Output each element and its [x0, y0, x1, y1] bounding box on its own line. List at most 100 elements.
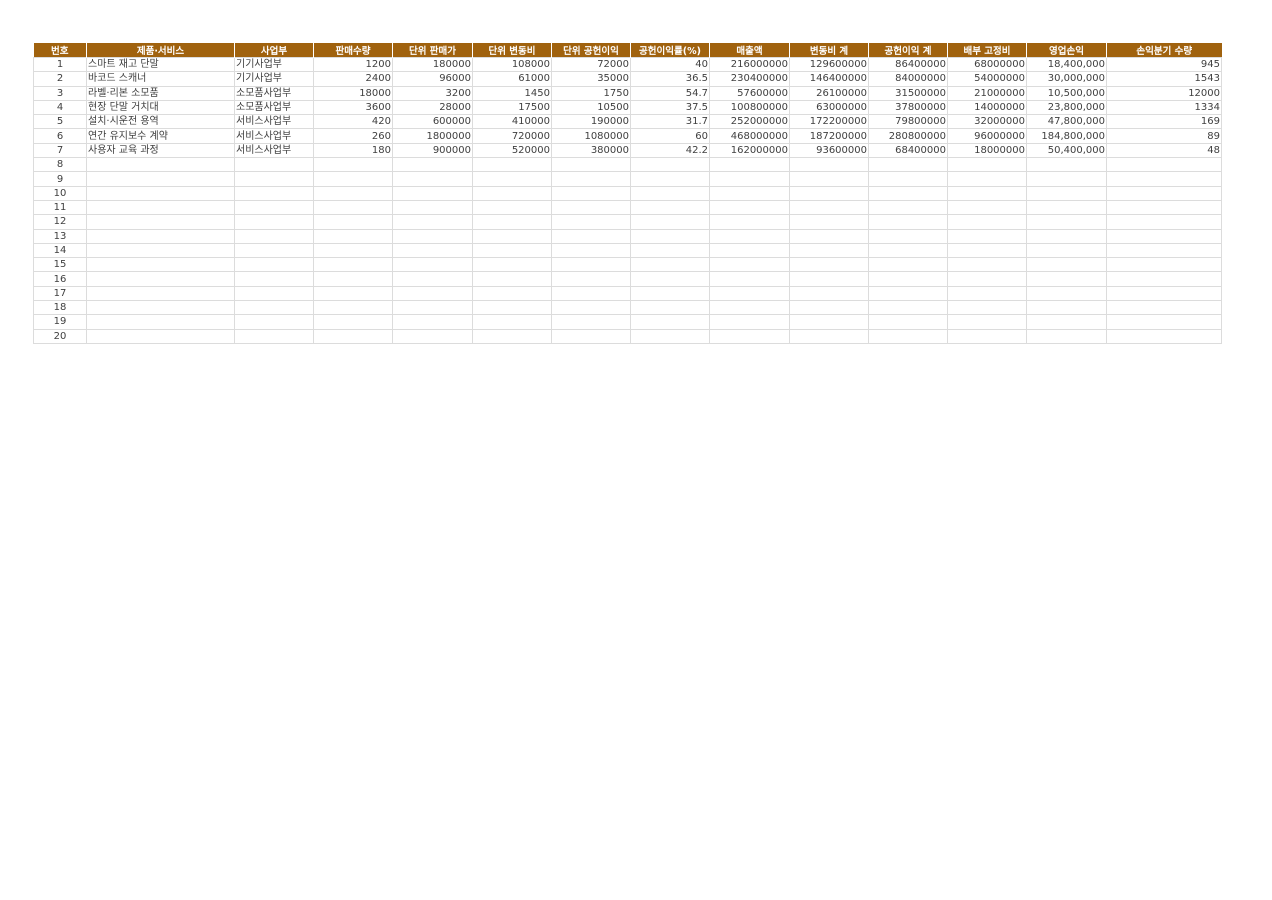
cell-product[interactable]: 사용자 교육 과정 [86, 142, 235, 159]
cell-division[interactable] [234, 157, 314, 173]
cell-unit-price[interactable] [392, 271, 473, 287]
cell-allocated-fixed-cost[interactable]: 21000000 [947, 85, 1027, 101]
cell-product[interactable] [86, 285, 235, 302]
cell-breakeven-quantity[interactable] [1106, 171, 1222, 187]
cell-product[interactable] [86, 328, 235, 344]
cell-unit-price[interactable]: 1800000 [392, 128, 473, 144]
cell-contribution-ratio[interactable] [630, 214, 710, 230]
cell-allocated-fixed-cost[interactable]: 14000000 [947, 99, 1027, 116]
cell-operating-profit[interactable]: 18,400,000 [1026, 56, 1107, 73]
cell-unit-price[interactable] [392, 214, 473, 230]
cell-unit-price[interactable] [392, 257, 473, 273]
cell-number[interactable]: 11 [33, 199, 87, 216]
cell-unit-variable-cost[interactable] [472, 314, 552, 330]
cell-contribution-total[interactable] [868, 214, 948, 230]
cell-contribution-ratio[interactable]: 31.7 [630, 114, 710, 130]
cell-revenue[interactable]: 57600000 [709, 85, 790, 101]
cell-operating-profit[interactable]: 184,800,000 [1026, 128, 1107, 144]
cell-quantity[interactable] [313, 242, 393, 259]
cell-number[interactable]: 3 [33, 85, 87, 101]
cell-contribution-total[interactable] [868, 171, 948, 187]
cell-unit-variable-cost[interactable]: 720000 [472, 128, 552, 144]
cell-number[interactable]: 6 [33, 128, 87, 144]
cell-variable-cost-total[interactable]: 93600000 [789, 142, 869, 159]
cell-operating-profit[interactable] [1026, 314, 1107, 330]
col-header-unit-price[interactable]: 단위 판매가 [392, 43, 473, 58]
cell-unit-variable-cost[interactable] [472, 228, 552, 244]
cell-operating-profit[interactable]: 47,800,000 [1026, 114, 1107, 130]
cell-quantity[interactable] [313, 328, 393, 344]
cell-contribution-total[interactable] [868, 285, 948, 302]
cell-quantity[interactable] [313, 285, 393, 302]
cell-variable-cost-total[interactable] [789, 314, 869, 330]
cell-revenue[interactable] [709, 300, 790, 316]
cell-product[interactable] [86, 228, 235, 244]
cell-unit-price[interactable] [392, 171, 473, 187]
cell-revenue[interactable]: 100800000 [709, 99, 790, 116]
cell-allocated-fixed-cost[interactable]: 96000000 [947, 128, 1027, 144]
cell-division[interactable]: 소모품사업부 [234, 85, 314, 101]
cell-revenue[interactable] [709, 199, 790, 216]
cell-number[interactable]: 1 [33, 56, 87, 73]
cell-unit-price[interactable]: 600000 [392, 114, 473, 130]
cell-operating-profit[interactable] [1026, 171, 1107, 187]
cell-unit-contribution[interactable] [551, 228, 631, 244]
cell-number[interactable]: 18 [33, 300, 87, 316]
cell-unit-price[interactable] [392, 328, 473, 344]
cell-product[interactable]: 바코드 스캐너 [86, 71, 235, 87]
cell-product[interactable] [86, 214, 235, 230]
cell-revenue[interactable] [709, 171, 790, 187]
cell-unit-contribution[interactable]: 35000 [551, 71, 631, 87]
cell-contribution-total[interactable]: 79800000 [868, 114, 948, 130]
cell-quantity[interactable]: 18000 [313, 85, 393, 101]
cell-unit-contribution[interactable]: 190000 [551, 114, 631, 130]
cell-variable-cost-total[interactable] [789, 185, 869, 201]
cell-variable-cost-total[interactable] [789, 271, 869, 287]
cell-number[interactable]: 15 [33, 257, 87, 273]
cell-unit-contribution[interactable] [551, 214, 631, 230]
cell-number[interactable]: 4 [33, 99, 87, 116]
cell-contribution-total[interactable]: 280800000 [868, 128, 948, 144]
cell-unit-contribution[interactable] [551, 300, 631, 316]
cell-contribution-total[interactable] [868, 242, 948, 259]
cell-revenue[interactable]: 162000000 [709, 142, 790, 159]
cell-product[interactable] [86, 242, 235, 259]
cell-variable-cost-total[interactable] [789, 199, 869, 216]
cell-unit-variable-cost[interactable] [472, 157, 552, 173]
cell-contribution-ratio[interactable] [630, 257, 710, 273]
cell-unit-variable-cost[interactable] [472, 285, 552, 302]
cell-breakeven-quantity[interactable] [1106, 314, 1222, 330]
cell-division[interactable] [234, 271, 314, 287]
cell-breakeven-quantity[interactable] [1106, 328, 1222, 344]
cell-quantity[interactable]: 2400 [313, 71, 393, 87]
cell-quantity[interactable]: 260 [313, 128, 393, 144]
col-header-number[interactable]: 번호 [33, 43, 87, 58]
cell-unit-contribution[interactable] [551, 157, 631, 173]
cell-unit-variable-cost[interactable]: 61000 [472, 71, 552, 87]
cell-unit-contribution[interactable] [551, 271, 631, 287]
cell-contribution-ratio[interactable] [630, 228, 710, 244]
cell-unit-variable-cost[interactable] [472, 171, 552, 187]
cell-operating-profit[interactable] [1026, 185, 1107, 201]
cell-quantity[interactable]: 3600 [313, 99, 393, 116]
cell-number[interactable]: 7 [33, 142, 87, 159]
cell-number[interactable]: 16 [33, 271, 87, 287]
cell-quantity[interactable] [313, 228, 393, 244]
cell-unit-price[interactable] [392, 300, 473, 316]
cell-revenue[interactable] [709, 157, 790, 173]
cell-number[interactable]: 14 [33, 242, 87, 259]
cell-operating-profit[interactable] [1026, 285, 1107, 302]
cell-operating-profit[interactable] [1026, 157, 1107, 173]
cell-contribution-total[interactable]: 84000000 [868, 71, 948, 87]
cell-unit-price[interactable] [392, 228, 473, 244]
cell-product[interactable] [86, 257, 235, 273]
cell-breakeven-quantity[interactable]: 945 [1106, 56, 1222, 73]
cell-breakeven-quantity[interactable] [1106, 257, 1222, 273]
cell-unit-price[interactable] [392, 285, 473, 302]
cell-contribution-total[interactable] [868, 157, 948, 173]
cell-contribution-ratio[interactable] [630, 242, 710, 259]
cell-contribution-ratio[interactable] [630, 328, 710, 344]
cell-allocated-fixed-cost[interactable] [947, 199, 1027, 216]
cell-product[interactable]: 라벨·리본 소모품 [86, 85, 235, 101]
cell-operating-profit[interactable] [1026, 271, 1107, 287]
